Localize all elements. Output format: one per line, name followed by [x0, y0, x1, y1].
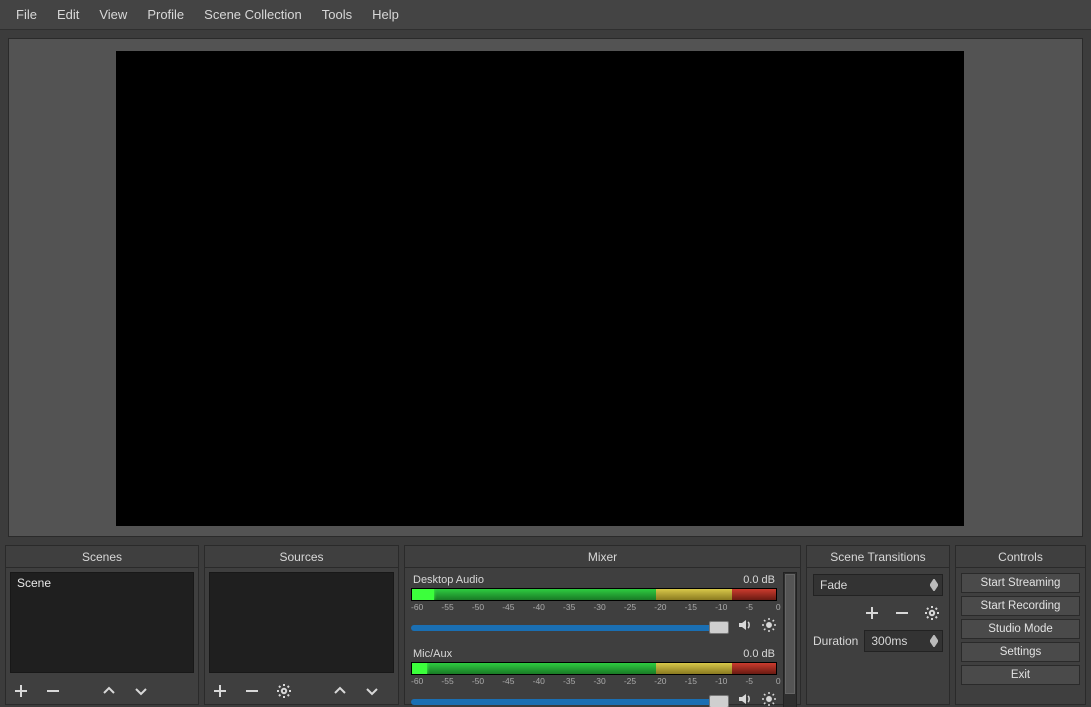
controls-panel: Controls Start Streaming Start Recording…	[955, 545, 1086, 705]
minus-icon[interactable]	[893, 604, 911, 622]
mixer-scrollbar[interactable]	[783, 572, 797, 707]
panels-row: Scenes Scene Sources Mixer	[0, 545, 1091, 705]
gear-icon[interactable]	[275, 682, 293, 700]
transitions-title: Scene Transitions	[807, 546, 949, 568]
menu-profile[interactable]: Profile	[137, 3, 194, 26]
chevron-up-icon[interactable]	[331, 682, 349, 700]
mixer-channel: Mic/Aux 0.0 dB -60-55-50-45-40-35-30-25-…	[411, 648, 777, 707]
plus-icon[interactable]	[863, 604, 881, 622]
meter-ticks: -60-55-50-45-40-35-30-25-20-15-10-50	[411, 675, 777, 687]
transitions-panel: Scene Transitions Fade Duration 300ms	[806, 545, 950, 705]
slider-knob[interactable]	[709, 695, 729, 707]
menu-scene-collection[interactable]: Scene Collection	[194, 3, 312, 26]
volume-slider[interactable]	[411, 699, 729, 705]
speaker-icon[interactable]	[737, 617, 753, 638]
gear-icon[interactable]	[923, 604, 941, 622]
controls-title: Controls	[956, 546, 1085, 568]
settings-button[interactable]: Settings	[961, 642, 1080, 662]
menu-bar: File Edit View Profile Scene Collection …	[0, 0, 1091, 30]
mixer-list: Desktop Audio 0.0 dB -60-55-50-45-40-35-…	[405, 568, 783, 707]
audio-meter	[411, 662, 777, 675]
minus-icon[interactable]	[243, 682, 261, 700]
duration-input[interactable]: 300ms	[864, 630, 943, 652]
menu-view[interactable]: View	[89, 3, 137, 26]
transition-select[interactable]: Fade	[813, 574, 943, 596]
speaker-icon[interactable]	[737, 691, 753, 707]
menu-edit[interactable]: Edit	[47, 3, 89, 26]
list-item[interactable]: Scene	[11, 573, 193, 593]
channel-name: Mic/Aux	[413, 648, 452, 660]
channel-db: 0.0 dB	[743, 648, 775, 660]
menu-help[interactable]: Help	[362, 3, 409, 26]
exit-button[interactable]: Exit	[961, 665, 1080, 685]
meter-ticks: -60-55-50-45-40-35-30-25-20-15-10-50	[411, 601, 777, 613]
scenes-toolbar	[6, 677, 198, 704]
mixer-title: Mixer	[405, 546, 800, 568]
duration-value: 300ms	[871, 634, 907, 648]
sources-panel: Sources	[204, 545, 399, 705]
chevron-down-icon[interactable]	[363, 682, 381, 700]
channel-name: Desktop Audio	[413, 574, 484, 586]
scenes-list[interactable]: Scene	[10, 572, 194, 673]
start-recording-button[interactable]: Start Recording	[961, 596, 1080, 616]
menu-tools[interactable]: Tools	[312, 3, 362, 26]
mixer-channel: Desktop Audio 0.0 dB -60-55-50-45-40-35-…	[411, 574, 777, 638]
plus-icon[interactable]	[12, 682, 30, 700]
gear-icon[interactable]	[761, 617, 777, 638]
minus-icon[interactable]	[44, 682, 62, 700]
scenes-title: Scenes	[6, 546, 198, 568]
audio-meter	[411, 588, 777, 601]
slider-knob[interactable]	[709, 621, 729, 634]
sources-list[interactable]	[209, 572, 394, 673]
menu-file[interactable]: File	[6, 3, 47, 26]
scrollbar-thumb[interactable]	[785, 574, 795, 694]
spinner-icon	[930, 635, 938, 647]
sources-title: Sources	[205, 546, 398, 568]
transition-selected: Fade	[820, 578, 847, 592]
scenes-panel: Scenes Scene	[5, 545, 199, 705]
chevron-down-icon[interactable]	[132, 682, 150, 700]
preview-area[interactable]	[8, 38, 1083, 537]
channel-db: 0.0 dB	[743, 574, 775, 586]
spinner-icon	[930, 579, 938, 591]
gear-icon[interactable]	[761, 691, 777, 707]
mixer-panel: Mixer Desktop Audio 0.0 dB -60-55-5	[404, 545, 801, 705]
preview-canvas	[116, 51, 964, 526]
plus-icon[interactable]	[211, 682, 229, 700]
chevron-up-icon[interactable]	[100, 682, 118, 700]
start-streaming-button[interactable]: Start Streaming	[961, 573, 1080, 593]
sources-toolbar	[205, 677, 398, 704]
studio-mode-button[interactable]: Studio Mode	[961, 619, 1080, 639]
volume-slider[interactable]	[411, 625, 729, 631]
duration-label: Duration	[813, 634, 858, 648]
